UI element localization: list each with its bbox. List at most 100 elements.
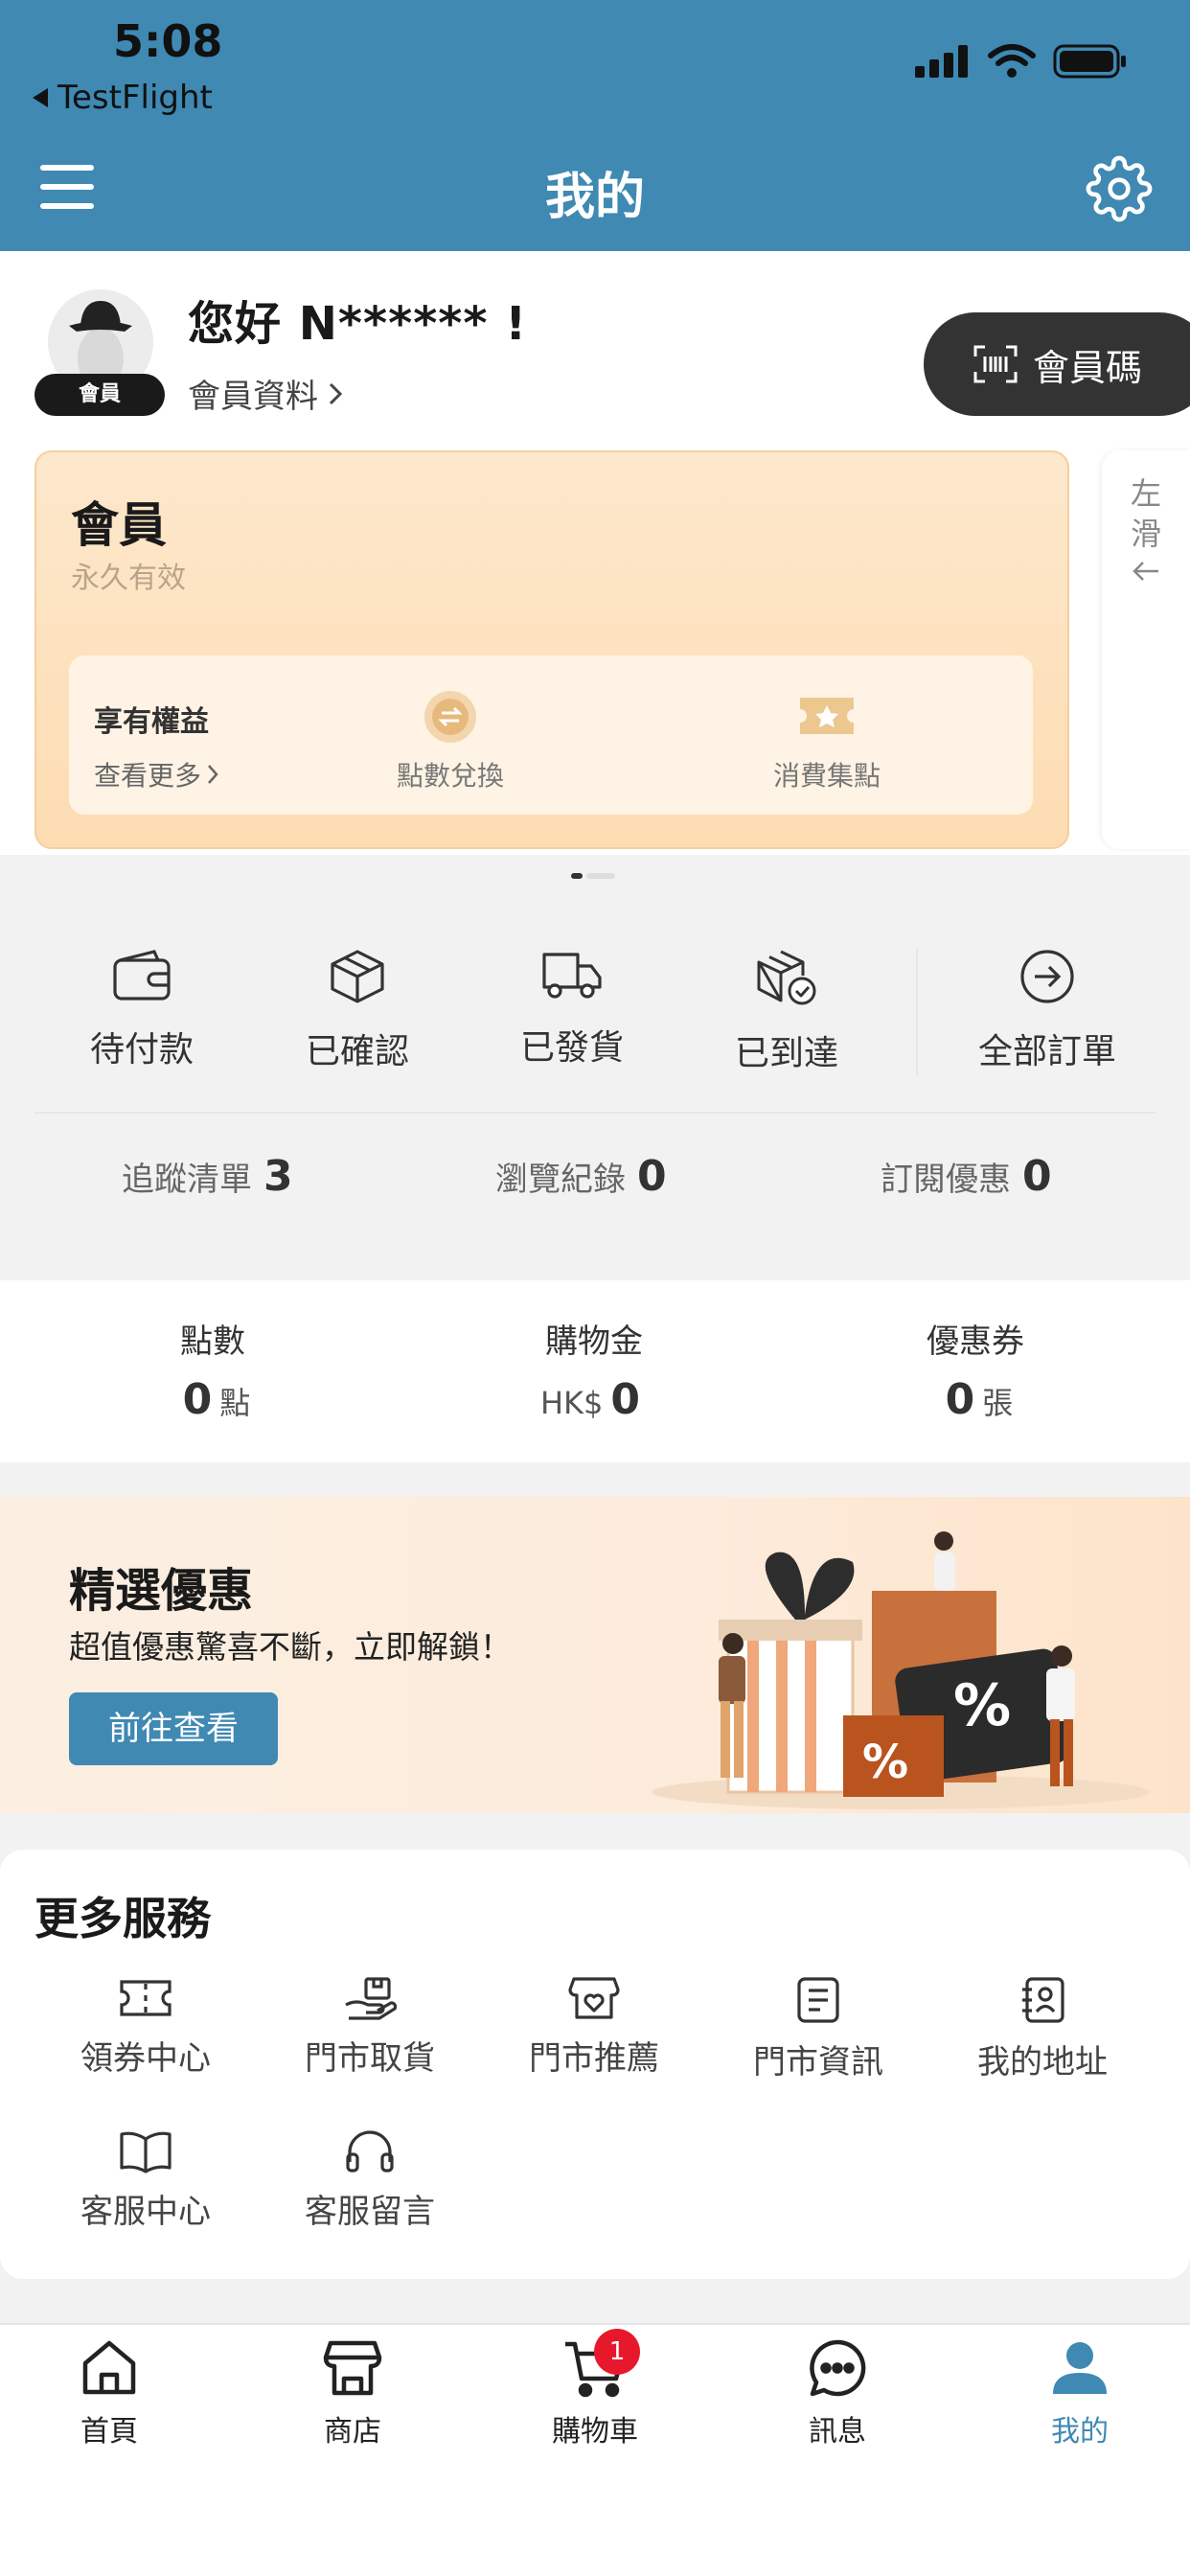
service-label: 客服留言 xyxy=(305,2193,435,2231)
swipe-hint-text: 左滑 xyxy=(1130,475,1161,552)
wifi-icon xyxy=(988,44,1036,78)
stat-subscriptions[interactable]: 訂閱優惠 0 xyxy=(881,1152,1052,1201)
wallet-label: 點數 xyxy=(180,1322,245,1361)
wallet-credit[interactable]: 購物金 HK$ 0 xyxy=(450,1315,738,1424)
member-code-button[interactable]: 會員碼 xyxy=(924,312,1190,416)
page-title: 我的 xyxy=(544,169,645,226)
order-label: 待付款 xyxy=(89,1030,194,1070)
wallet-label: 優惠券 xyxy=(927,1322,1024,1361)
stat-history[interactable]: 瀏覽紀錄 0 xyxy=(495,1152,667,1201)
status-icons xyxy=(915,44,1128,79)
benefits-more-link[interactable]: 查看更多 xyxy=(94,755,218,794)
benefits-more-label: 查看更多 xyxy=(94,760,202,792)
document-icon xyxy=(797,1977,839,2023)
service-label: 領券中心 xyxy=(80,2039,211,2078)
service-customer-message[interactable]: 客服留言 xyxy=(274,2129,466,2232)
wallet-value: HK$ 0 xyxy=(450,1375,738,1424)
benefit-label: 消費集點 xyxy=(772,760,881,792)
benefit-label: 點數兌換 xyxy=(396,760,504,792)
headphones-icon xyxy=(346,2130,394,2173)
promo-title: 精選優惠 xyxy=(69,1564,254,1618)
box-icon xyxy=(331,950,384,1003)
service-label: 門市推薦 xyxy=(529,2039,659,2078)
promo-subtitle: 超值優惠驚喜不斷，立即解鎖！ xyxy=(69,1628,512,1666)
benefit-collect-points[interactable]: 消費集點 xyxy=(757,690,897,794)
arrow-right-circle-icon xyxy=(1020,950,1074,1003)
promo-view-button[interactable]: 前往查看 xyxy=(69,1692,278,1765)
member-profile-label: 會員資料 xyxy=(188,378,318,416)
wallet-unit: 張 xyxy=(982,1385,1014,1421)
chat-bubble-icon xyxy=(810,2339,866,2397)
stat-value: 0 xyxy=(637,1152,667,1201)
wallet-amount: 0 xyxy=(610,1375,641,1424)
order-pending-payment[interactable]: 待付款 xyxy=(51,949,233,1071)
order-label: 全部訂單 xyxy=(977,1032,1116,1071)
wallet-coupons[interactable]: 優惠券 0張 xyxy=(832,1315,1119,1424)
carousel-dot xyxy=(586,873,615,879)
order-arrived[interactable]: 已到達 xyxy=(696,949,878,1075)
service-customer-center[interactable]: 客服中心 xyxy=(50,2129,241,2232)
tab-home[interactable]: 首頁 xyxy=(28,2338,191,2450)
order-confirmed[interactable]: 已確認 xyxy=(266,949,448,1073)
truck-icon xyxy=(542,953,602,999)
book-open-icon xyxy=(120,2131,172,2174)
tab-label: 購物車 xyxy=(552,2415,638,2449)
coupon-star-icon xyxy=(800,698,854,734)
service-coupon-center[interactable]: 領券中心 xyxy=(50,1976,241,2079)
member-profile-link[interactable]: 會員資料 xyxy=(188,370,343,417)
tab-label: 訊息 xyxy=(809,2415,866,2449)
hand-package-icon xyxy=(345,1977,397,2020)
wallet-value: 0點 xyxy=(69,1375,356,1424)
battery-icon xyxy=(1053,44,1126,79)
wallet-unit: 點 xyxy=(219,1385,251,1421)
stat-label: 訂閱優惠 xyxy=(881,1161,1011,1199)
service-label: 我的地址 xyxy=(977,2043,1108,2082)
store-heart-icon xyxy=(568,1977,620,2019)
wallet-amount: 0 xyxy=(945,1375,975,1424)
service-label: 門市取貨 xyxy=(305,2039,435,2078)
service-label: 客服中心 xyxy=(80,2193,211,2231)
wallet-currency: HK$ xyxy=(539,1385,604,1421)
tab-messages[interactable]: 訊息 xyxy=(756,2338,919,2450)
stat-watchlist[interactable]: 追蹤清單 3 xyxy=(122,1152,293,1201)
chevron-right-icon xyxy=(208,765,218,784)
ticket-icon xyxy=(120,1980,172,2016)
service-label: 門市資訊 xyxy=(753,2043,883,2082)
stat-value: 3 xyxy=(263,1152,293,1201)
divider xyxy=(916,949,918,1075)
tab-label: 首頁 xyxy=(80,2415,138,2449)
service-my-address[interactable]: 我的地址 xyxy=(947,1976,1138,2082)
stat-label: 瀏覽紀錄 xyxy=(495,1161,626,1199)
swipe-hint: 左滑 xyxy=(1123,473,1169,583)
gear-icon xyxy=(1086,155,1153,222)
back-to-testflight[interactable]: TestFlight xyxy=(33,79,213,117)
service-store-recommend[interactable]: 門市推薦 xyxy=(498,1976,690,2079)
service-store-pickup[interactable]: 門市取貨 xyxy=(274,1976,466,2079)
greeting-text: 您好 N****** ! xyxy=(188,297,528,351)
member-card-validity: 永久有效 xyxy=(71,562,186,595)
percent-tag: % xyxy=(953,1672,1011,1739)
divider xyxy=(34,1112,1156,1114)
tab-profile-active[interactable]: 我的 xyxy=(998,2338,1161,2450)
order-all[interactable]: 全部訂單 xyxy=(956,949,1138,1073)
benefits-title: 享有權益 xyxy=(94,705,209,739)
back-arrow-icon xyxy=(33,88,48,107)
order-shipped[interactable]: 已發貨 xyxy=(481,949,663,1070)
order-label: 已確認 xyxy=(305,1032,409,1071)
back-app-label: TestFlight xyxy=(57,79,213,117)
wallet-points[interactable]: 點數 0點 xyxy=(69,1315,356,1424)
percent-tag: % xyxy=(862,1736,908,1789)
benefit-points-redeem[interactable]: 點數兌換 xyxy=(383,690,517,794)
order-label: 已到達 xyxy=(734,1034,838,1073)
settings-button[interactable] xyxy=(1086,155,1153,222)
cart-count-badge: 1 xyxy=(594,2329,640,2375)
home-icon xyxy=(82,2340,136,2395)
tab-store[interactable]: 商店 xyxy=(271,2338,434,2450)
member-card-title: 會員 xyxy=(71,497,167,553)
stat-label: 追蹤清單 xyxy=(122,1161,252,1199)
promo-illustration: % % xyxy=(613,1505,1188,1811)
wallet-amount: 0 xyxy=(182,1375,213,1424)
chevron-right-icon xyxy=(329,382,343,404)
address-book-icon xyxy=(1022,1977,1064,2023)
service-store-info[interactable]: 門市資訊 xyxy=(722,1976,914,2082)
